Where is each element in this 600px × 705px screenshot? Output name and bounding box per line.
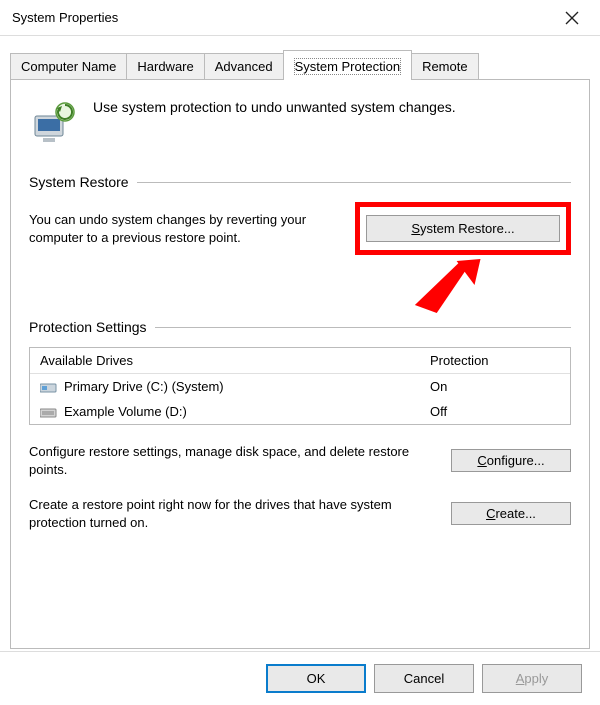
tab-hardware[interactable]: Hardware [126,53,204,79]
intro-text: Use system protection to undo unwanted s… [93,98,456,116]
group-header-restore: System Restore [29,174,571,190]
tab-advanced[interactable]: Advanced [204,53,284,79]
button-label-rest: ystem Restore... [420,221,515,236]
table-row[interactable]: Example Volume (D:) Off [30,399,570,424]
annotation-arrow-area [29,255,571,319]
table-row[interactable]: Primary Drive (C:) (System) On [30,374,570,399]
apply-button[interactable]: Apply [482,664,582,693]
tab-system-protection[interactable]: System Protection [283,50,413,80]
close-icon [565,11,579,25]
create-button[interactable]: Create... [451,502,571,525]
dialog-footer: OK Cancel Apply [0,651,600,705]
drives-header-row: Available Drives Protection [30,348,570,374]
tab-strip: Computer Name Hardware Advanced System P… [10,50,590,79]
button-label-rest: onfigure... [487,453,545,468]
tab-label: Hardware [137,59,193,74]
tab-label: Remote [422,59,468,74]
drive-name: Primary Drive (C:) (System) [64,379,224,394]
group-header-protection: Protection Settings [29,319,571,335]
tab-label: Advanced [215,59,273,74]
tab-label: Computer Name [21,59,116,74]
system-protection-icon [29,98,79,148]
mnemonic: C [477,453,486,468]
drive-name: Example Volume (D:) [64,404,187,419]
button-label-rest: reate... [495,506,535,521]
divider [137,182,571,183]
cancel-button[interactable]: Cancel [374,664,474,693]
ok-button[interactable]: OK [266,664,366,693]
intro-row: Use system protection to undo unwanted s… [29,98,571,148]
drive-protection: On [430,379,560,394]
restore-row: You can undo system changes by reverting… [29,202,571,255]
tab-computer-name[interactable]: Computer Name [10,53,127,79]
divider [155,327,571,328]
configure-row: Configure restore settings, manage disk … [29,443,571,478]
drives-list: Available Drives Protection Primary Driv… [29,347,571,425]
close-button[interactable] [548,2,596,34]
highlight-box: System Restore... [355,202,571,255]
mnemonic: S [411,221,420,236]
window-title: System Properties [12,10,548,25]
tab-panel-system-protection: Use system protection to undo unwanted s… [10,79,590,649]
create-row: Create a restore point right now for the… [29,496,571,531]
system-restore-button[interactable]: System Restore... [366,215,560,242]
tab-remote[interactable]: Remote [411,53,479,79]
group-label: Protection Settings [29,319,147,335]
configure-description: Configure restore settings, manage disk … [29,443,437,478]
create-description: Create a restore point right now for the… [29,496,437,531]
drive-protection: Off [430,404,560,419]
col-header-drives: Available Drives [40,353,430,368]
restore-description: You can undo system changes by reverting… [29,211,345,246]
button-label-rest: pply [524,671,548,686]
configure-button[interactable]: Configure... [451,449,571,472]
drive-icon [40,405,58,419]
arrow-icon [29,255,571,319]
drive-icon [40,380,58,394]
col-header-protection: Protection [430,353,560,368]
title-bar: System Properties [0,0,600,36]
tab-label: System Protection [294,58,402,75]
group-label: System Restore [29,174,129,190]
